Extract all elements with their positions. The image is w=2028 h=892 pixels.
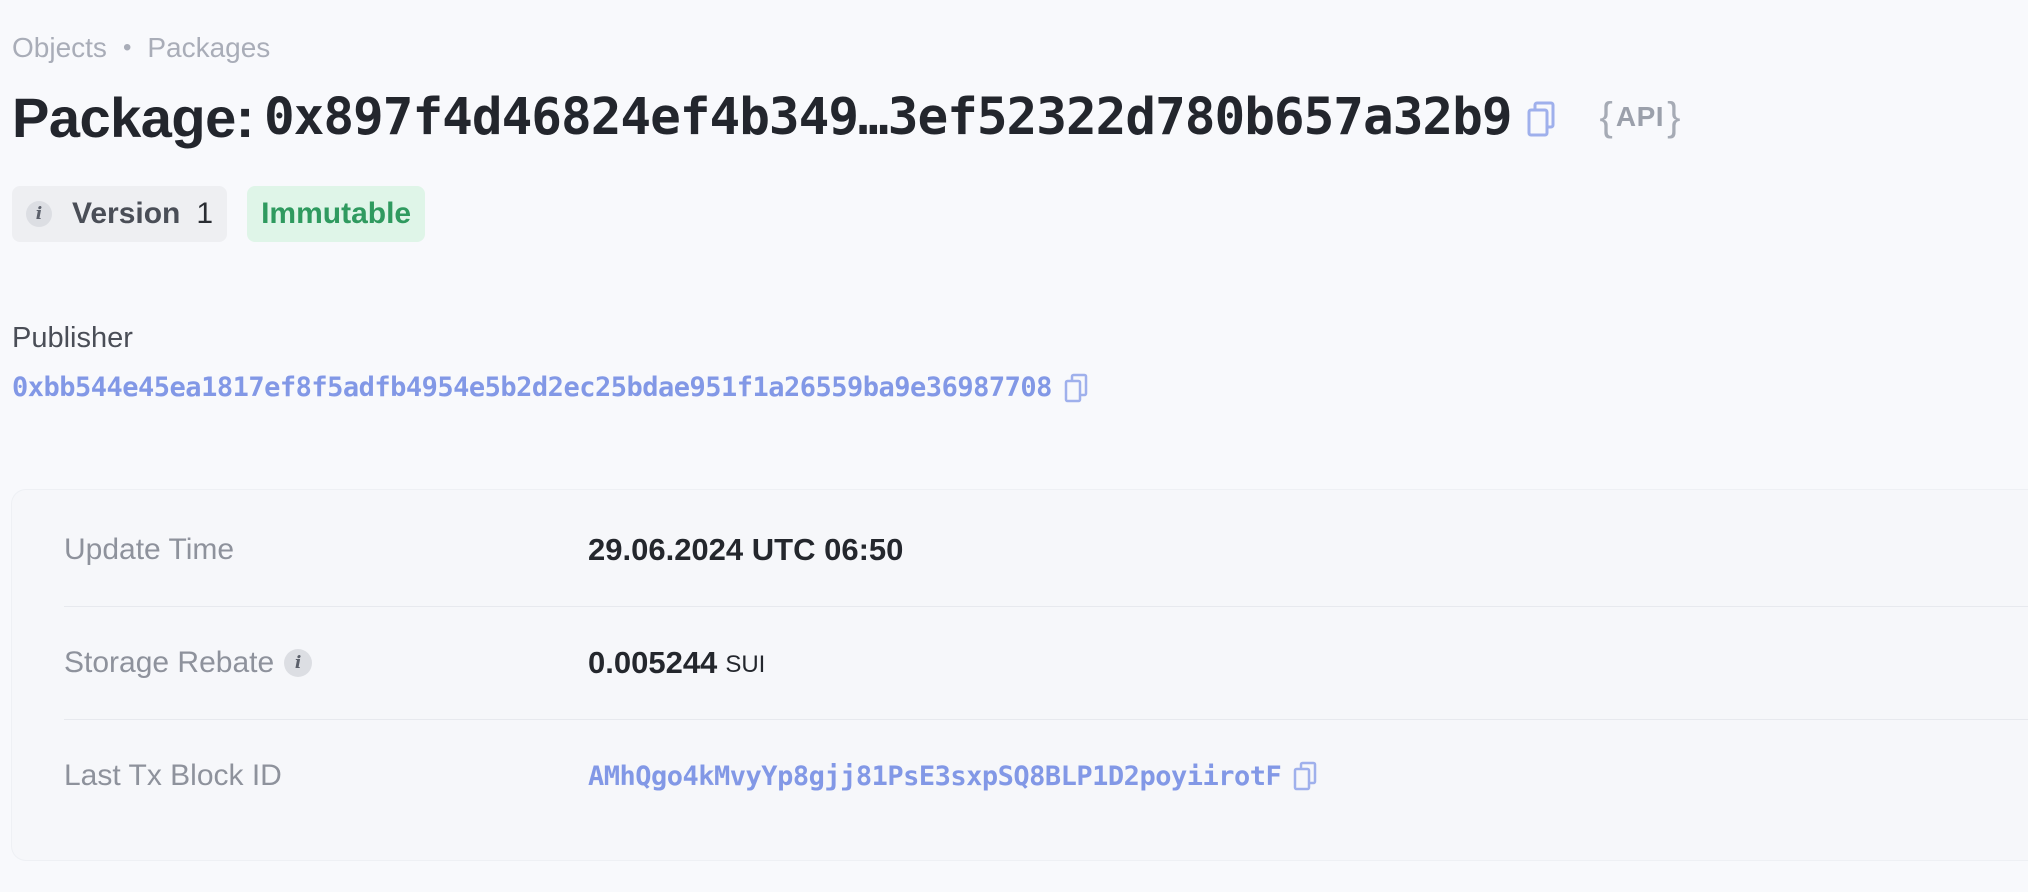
storage-rebate-value: 0.005244 (588, 645, 718, 680)
detail-row-last-tx-block: Last Tx Block ID AMhQgo4kMvyYp8gjj81PsE3… (64, 720, 2028, 832)
breadcrumb-packages[interactable]: Packages (147, 32, 270, 64)
publisher-address-link[interactable]: 0xbb544e45ea1817ef8f5adfb4954e5b2d2ec25b… (12, 372, 1052, 403)
publisher-row: 0xbb544e45ea1817ef8f5adfb4954e5b2d2ec25b… (12, 372, 1088, 403)
breadcrumb-separator: • (122, 34, 132, 61)
publisher-label: Publisher (12, 322, 133, 354)
page-title: Package: 0x897f4d46824ef4b349…3ef52322d7… (12, 82, 1680, 152)
update-time-label: Update Time (64, 533, 235, 566)
version-label: Version (72, 197, 181, 230)
breadcrumb-objects[interactable]: Objects (12, 32, 107, 64)
last-tx-block-label: Last Tx Block ID (64, 759, 282, 792)
detail-row-storage-rebate: Storage Rebate i 0.005244 SUI (64, 607, 2028, 720)
detail-row-update-time: Update Time 29.06.2024 UTC 06:50 (64, 494, 2028, 607)
storage-rebate-value-group: 0.005244 SUI (588, 645, 765, 681)
update-time-value: 29.06.2024 UTC 06:50 (588, 532, 904, 567)
title-prefix: Package: (12, 85, 254, 149)
info-icon[interactable]: i (26, 201, 52, 227)
package-id: 0x897f4d46824ef4b349…3ef52322d780b657a32… (263, 87, 1513, 147)
immutable-badge: Immutable (247, 186, 426, 242)
last-tx-block-value-group: AMhQgo4kMvyYp8gjj81PsE3sxpSQ8BLP1D2poyii… (588, 761, 1317, 792)
api-brace-close: } (1667, 94, 1681, 139)
copy-icon[interactable] (1064, 373, 1088, 403)
storage-rebate-unit: SUI (725, 651, 766, 678)
package-badges: i Version 1 Immutable (12, 186, 426, 242)
api-label: API (1615, 101, 1665, 132)
copy-icon[interactable] (1293, 761, 1317, 791)
breadcrumb: Objects • Packages (12, 32, 270, 64)
copy-icon[interactable] (1526, 101, 1556, 137)
api-link[interactable]: { API } (1600, 95, 1681, 140)
storage-rebate-label-group: Storage Rebate i (64, 646, 588, 680)
package-page: Objects • Packages Package: 0x897f4d4682… (0, 0, 2028, 892)
version-value: 1 (196, 197, 214, 230)
last-tx-block-link[interactable]: AMhQgo4kMvyYp8gjj81PsE3sxpSQ8BLP1D2poyii… (588, 761, 1282, 792)
details-card: Update Time 29.06.2024 UTC 06:50 Storage… (12, 490, 2028, 860)
version-badge: i Version 1 (12, 186, 228, 242)
storage-rebate-label: Storage Rebate (64, 646, 275, 679)
info-icon[interactable]: i (284, 649, 313, 677)
api-brace-open: { (1599, 94, 1613, 139)
